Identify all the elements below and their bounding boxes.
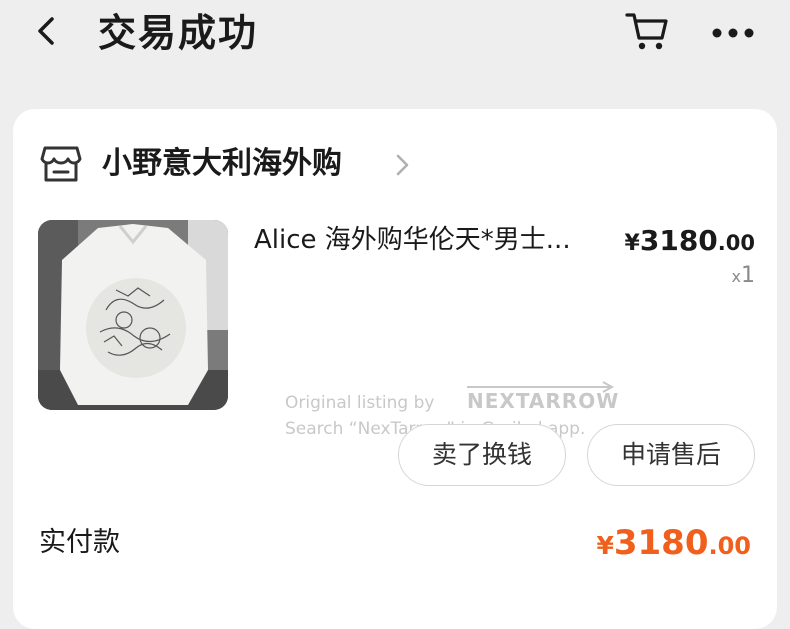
product-quantity: x1 [732,261,755,292]
price-currency: ¥ [624,231,640,256]
more-icon[interactable] [710,26,756,40]
paid-integer: 3180 [613,523,709,563]
top-bar: 交易成功 [0,0,790,70]
sell-button[interactable]: 卖了换钱 [398,424,566,486]
paid-amount: ¥3180.00 [596,521,751,571]
paid-decimal: .00 [708,532,751,560]
after-sale-button[interactable]: 申请售后 [587,424,755,486]
paid-currency: ¥ [596,531,614,560]
chevron-left-icon[interactable] [30,14,64,48]
cart-icon[interactable] [624,10,670,52]
watermark-brand: NEXTARROW [467,389,620,413]
product-title[interactable]: Alice 海外购华伦天*男士... [254,220,624,260]
price-decimal: .00 [717,231,755,255]
storefront-icon [40,146,82,182]
arrow-icon [467,381,615,393]
chevron-right-icon[interactable] [395,153,411,177]
paid-label: 实付款 [39,527,120,558]
product-image[interactable] [38,220,228,410]
price-integer: 3180 [639,224,718,257]
shop-name[interactable]: 小野意大利海外购 [102,144,342,184]
shirt-photo [38,220,228,410]
qty-prefix: x [731,267,741,286]
shop-row[interactable]: 小野意大利海外购 [13,139,777,189]
qty-value: 1 [741,263,755,288]
order-card: 小野意大利海外购 Alice 海外购华伦天*男士... ¥3180.00 x1 … [13,109,777,629]
watermark-line1: Original listing by [285,393,435,413]
page-title: 交易成功 [98,11,259,55]
product-price: ¥3180.00 [625,223,755,263]
